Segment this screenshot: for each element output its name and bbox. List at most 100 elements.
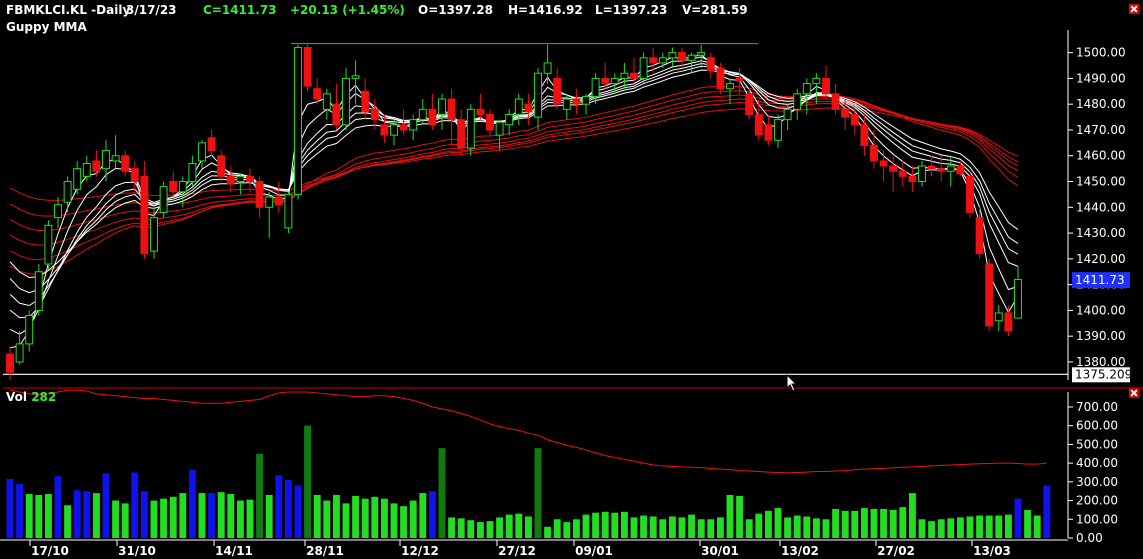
candle-body (121, 155, 130, 172)
candle-body (159, 186, 168, 213)
support-label: 1375.209 (1075, 367, 1132, 381)
volume-bar (812, 518, 820, 538)
volume-moving-average (9, 389, 1047, 474)
candle-body (54, 204, 62, 219)
high-label: H=1416.92 (508, 3, 583, 17)
candle-body (25, 315, 34, 345)
volume-bar (476, 522, 484, 538)
volume-bar (908, 493, 916, 538)
volume-bar (448, 517, 456, 538)
price-tick-label: 1420.00 (1076, 252, 1126, 266)
candle-body (73, 168, 82, 190)
volume-bar (73, 490, 81, 538)
volume-tick-label: 400.00 (1076, 456, 1118, 470)
volume-bar (678, 517, 686, 538)
candle-body (697, 52, 706, 56)
candle-body (188, 162, 197, 183)
candle-body (966, 175, 974, 213)
candle-body (562, 98, 571, 110)
price-tick-label: 1430.00 (1076, 226, 1126, 240)
close-volume-panel-icon[interactable] (1129, 388, 1139, 398)
candle-body (140, 175, 149, 255)
volume-bar (880, 508, 888, 538)
candle-body (1004, 312, 1013, 332)
guppy-short-ema-10 (9, 63, 1019, 307)
candle-body (975, 217, 984, 255)
candle-body (850, 113, 859, 126)
volume-tick-label: 700.00 (1076, 400, 1118, 414)
date-tick-label: 30/01 (701, 544, 739, 558)
candle-body (582, 95, 590, 105)
volume-bar (44, 494, 52, 538)
volume-bar (467, 520, 475, 538)
candle-body (1014, 278, 1022, 319)
open-label: O=1397.28 (418, 3, 493, 17)
candle-body (534, 72, 542, 118)
volume-bar (688, 514, 696, 538)
price-tick-label: 1460.00 (1076, 149, 1126, 163)
volume-bar (563, 522, 571, 538)
volume-bar (572, 519, 580, 538)
volume-bar (121, 503, 129, 538)
candle-body (274, 196, 283, 206)
volume-bar (822, 519, 830, 538)
volume-bar (400, 506, 408, 538)
volume-bar (659, 519, 667, 538)
candle-body (889, 165, 898, 172)
date-tick-label: 09/01 (575, 544, 613, 558)
axes: 1380.001390.001400.001410.001420.001430.… (0, 30, 1143, 558)
candle-body (226, 175, 235, 185)
candle-body (668, 52, 677, 59)
volume-bar (736, 495, 744, 538)
volume-tick-label: 600.00 (1076, 419, 1118, 433)
volume-bar (793, 515, 801, 538)
candle-body (687, 54, 696, 61)
volume-bar (54, 476, 62, 538)
stock-chart: 1380.001390.001400.001410.001420.001430.… (0, 30, 1143, 558)
volume-bar (716, 517, 724, 538)
candle-body (466, 108, 475, 149)
volume-tick-label: 0.00 (1076, 531, 1103, 545)
candle-body (111, 155, 120, 162)
candle-body (313, 88, 322, 100)
date-tick-label: 28/11 (306, 544, 344, 558)
volume-panel-label: Vol 282 (6, 390, 56, 404)
candle-body (793, 93, 802, 110)
candle-body (860, 124, 869, 146)
volume-bar (649, 516, 657, 538)
volume-bar (294, 485, 302, 538)
candle-body (44, 224, 53, 265)
candle-body (505, 113, 514, 126)
volume-bar (179, 493, 187, 538)
candle-body (150, 217, 158, 252)
candle-body (591, 77, 600, 97)
volume-bar (726, 494, 734, 538)
candle-body (409, 119, 418, 131)
candle-body (543, 62, 552, 74)
candle-body (841, 108, 850, 118)
volume-bar (956, 517, 964, 538)
candle-body (486, 113, 494, 131)
price-tick-label: 1400.00 (1076, 303, 1126, 317)
candle-body (735, 77, 744, 82)
volume-tick-label: 300.00 (1076, 475, 1118, 489)
candle-body (303, 46, 312, 87)
candle-body (601, 77, 610, 85)
candle-body (322, 93, 331, 110)
volume-bar (764, 510, 772, 538)
volume-bar (592, 512, 600, 538)
close-price-panel-icon[interactable] (1129, 4, 1139, 14)
volume-bar (227, 494, 235, 538)
volume-bar (390, 503, 398, 538)
volume-bar (140, 491, 148, 538)
volume-panel-value: 282 (31, 390, 57, 404)
mouse-cursor-icon (786, 374, 798, 392)
price-panel (3, 42, 1068, 380)
volume-bar (899, 507, 907, 538)
price-tick-label: 1450.00 (1076, 175, 1126, 189)
volume-panel (6, 389, 1051, 538)
volume-bar (6, 479, 14, 538)
volume-bar (918, 519, 926, 538)
volume-bar (803, 516, 811, 538)
volume-bar (83, 491, 91, 538)
